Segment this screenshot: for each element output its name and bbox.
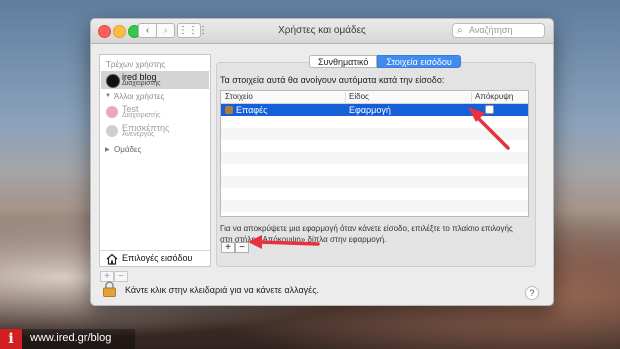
table-header: Στοιχείο Είδος Απόκρυψη	[221, 91, 528, 104]
user-row-guest[interactable]: Επισκέπτης Ανενεργός	[101, 122, 209, 140]
column-header-item[interactable]: Στοιχείο	[225, 92, 253, 101]
avatar	[106, 74, 120, 88]
table-row[interactable]: Επαφές Εφαρμογή	[221, 104, 528, 116]
empty-row	[221, 128, 528, 140]
login-options-item[interactable]: Επιλογές εισόδου	[100, 250, 210, 267]
hide-checkbox[interactable]	[485, 105, 494, 114]
user-role: Ανενεργός	[122, 131, 155, 138]
login-items-add-remove: + −	[221, 242, 249, 253]
contacts-app-icon	[225, 106, 233, 114]
user-role: Διαχειριστής	[122, 80, 161, 87]
hide-note: Για να αποκρύψετε μια εφαρμογή όταν κάνε…	[220, 224, 513, 244]
avatar	[106, 106, 118, 118]
remove-user-button[interactable]: −	[114, 271, 128, 282]
tab-password[interactable]: Συνθηματικό	[309, 55, 378, 68]
column-header-kind[interactable]: Είδος	[349, 92, 369, 101]
search-input[interactable]: ⌕ Αναζήτηση	[452, 23, 545, 38]
empty-row	[221, 200, 528, 212]
avatar	[106, 125, 118, 137]
watermark-url: www.ired.gr/blog	[30, 332, 112, 344]
column-divider	[345, 92, 346, 102]
users-sidebar: Τρέχων χρήστης ired blog Διαχειριστής ▼ …	[99, 54, 211, 267]
login-items-table: Στοιχείο Είδος Απόκρυψη Επαφές Εφαρμογή	[220, 90, 529, 217]
disclosure-down-icon[interactable]: ▼	[105, 93, 111, 99]
tab-login-items[interactable]: Στοιχεία εισόδου	[377, 55, 461, 68]
cell-kind: Εφαρμογή	[349, 105, 391, 115]
user-role: Διαχειριστής	[122, 112, 161, 119]
login-options-label: Επιλογές εισόδου	[122, 253, 193, 263]
house-icon	[106, 253, 118, 265]
add-login-item-button[interactable]: +	[221, 242, 235, 253]
help-button[interactable]: ?	[525, 286, 539, 300]
lock-text: Κάντε κλικ στην κλειδαριά για να κάνετε …	[125, 285, 320, 295]
groups-label[interactable]: Ομάδες	[114, 145, 141, 154]
watermark-bar: i www.ired.gr/blog	[0, 329, 135, 349]
search-icon: ⌕	[457, 25, 463, 36]
user-row-current[interactable]: ired blog Διαχειριστής	[101, 71, 209, 89]
disclosure-right-icon[interactable]: ▶	[105, 146, 110, 153]
remove-login-item-button[interactable]: −	[235, 242, 249, 253]
other-users-label: Άλλοι χρήστες	[114, 92, 165, 101]
empty-row	[221, 152, 528, 164]
user-row-test[interactable]: Test Διαχειριστής	[101, 103, 209, 121]
cell-item: Επαφές	[236, 105, 268, 115]
lock-icon[interactable]	[103, 281, 116, 297]
column-header-hide[interactable]: Απόκρυψη	[475, 92, 513, 101]
titlebar: ‹ › ⋮⋮⋮ Χρήστες και ομάδες ⌕ Αναζήτηση	[91, 19, 553, 44]
empty-row	[221, 176, 528, 188]
tab-bar: Συνθηματικό Στοιχεία εισόδου	[309, 55, 461, 68]
ired-logo-badge: i	[0, 329, 22, 349]
users-groups-window: ‹ › ⋮⋮⋮ Χρήστες και ομάδες ⌕ Αναζήτηση Τ…	[90, 18, 554, 306]
search-placeholder: Αναζήτηση	[469, 25, 513, 35]
current-users-label: Τρέχων χρήστης	[106, 60, 166, 69]
column-divider	[471, 92, 472, 102]
login-items-heading: Τα στοιχεία αυτά θα ανοίγουν αυτόματα κα…	[220, 75, 445, 85]
